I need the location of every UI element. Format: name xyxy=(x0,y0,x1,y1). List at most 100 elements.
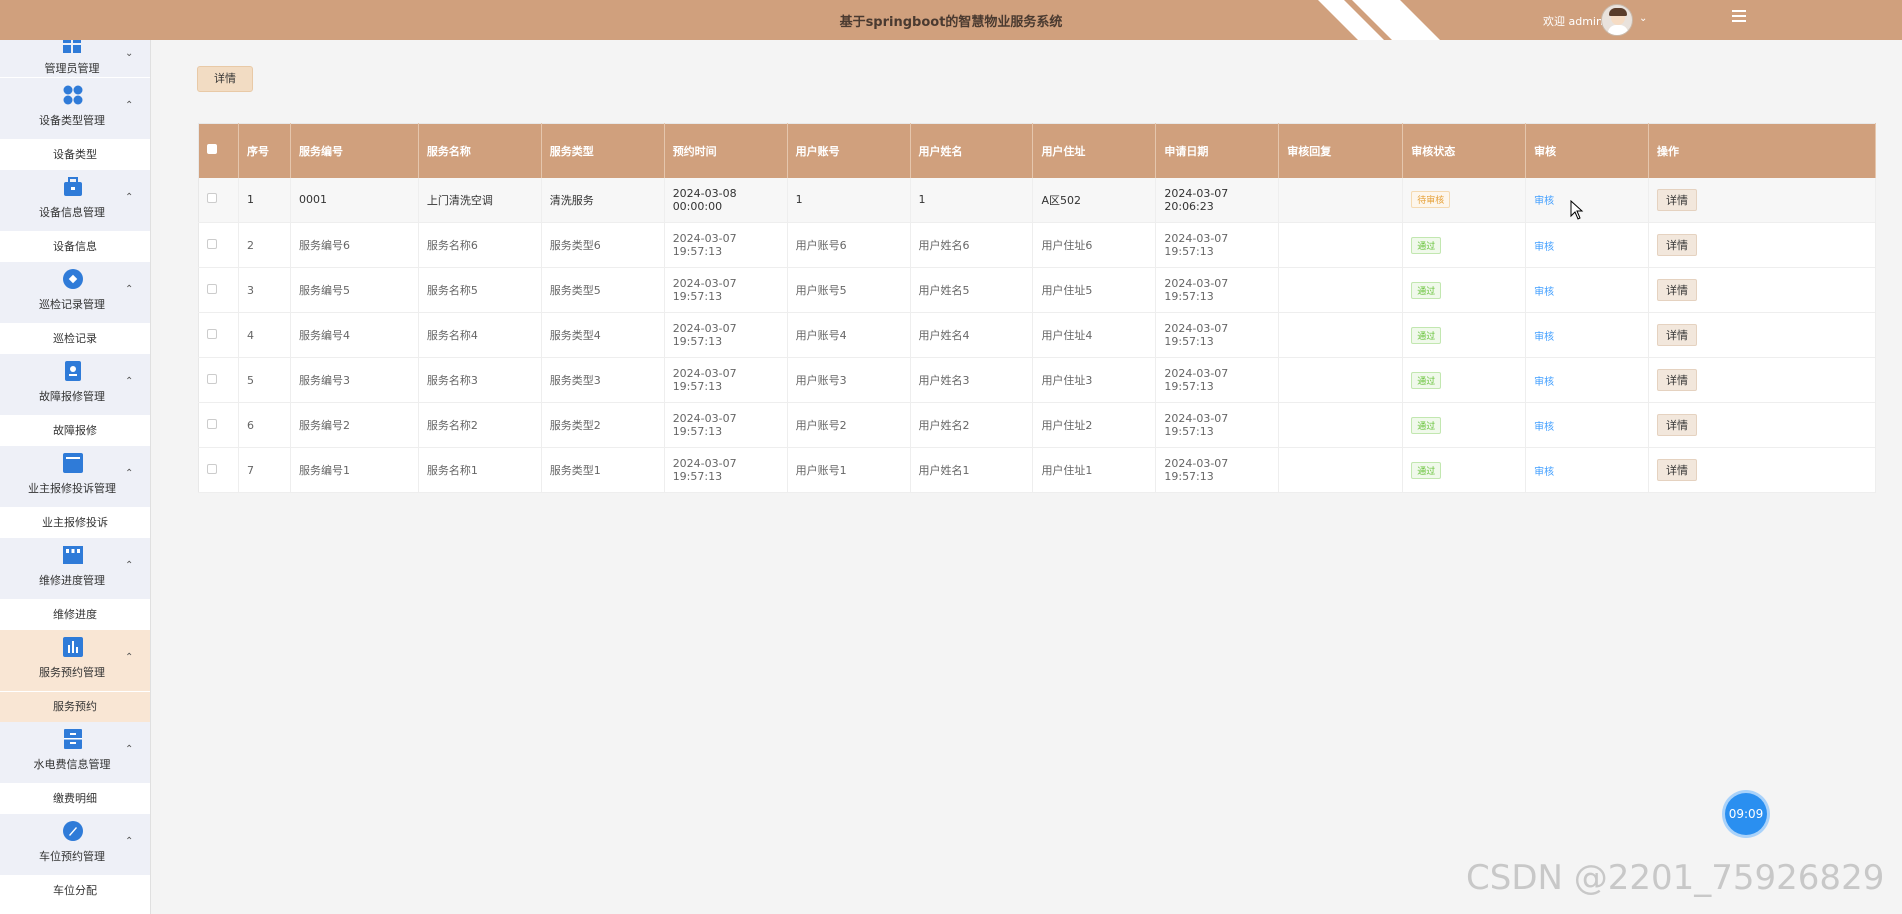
sidebar-group[interactable]: 服务预约管理 ⌃ xyxy=(0,630,150,692)
row-checkbox[interactable] xyxy=(207,373,217,384)
row-select-cell xyxy=(198,267,239,313)
row-checkbox[interactable] xyxy=(207,463,217,474)
sidebar-group[interactable]: 设备信息管理 ⌃ xyxy=(0,170,150,232)
sidebar-group[interactable]: 业主报修投诉管理 ⌃ xyxy=(0,446,150,508)
row-detail-button[interactable]: 详情 xyxy=(1657,234,1698,256)
cell-idx: 1 xyxy=(238,177,291,223)
cell-audit: 审核 xyxy=(1525,267,1650,313)
cell-time: 2024-03-07 19:57:13 xyxy=(664,402,788,448)
row-checkbox[interactable] xyxy=(207,193,217,204)
sidebar-subitem[interactable]: 设备类型 xyxy=(0,140,150,170)
chevron-up-icon[interactable]: ⌃ xyxy=(125,100,133,111)
sidebar-group[interactable]: 管理员管理 ⌄ xyxy=(0,40,150,78)
status-badge: 通过 xyxy=(1411,281,1442,299)
audit-link[interactable]: 审核 xyxy=(1534,242,1554,253)
cell-type: 服务类型3 xyxy=(541,357,665,403)
sidebar-subitem[interactable]: 设备信息 xyxy=(0,232,150,262)
sidebar-group[interactable]: 水电费信息管理 ⌃ xyxy=(0,722,150,784)
audit-link[interactable]: 审核 xyxy=(1534,287,1554,298)
row-detail-button[interactable]: 详情 xyxy=(1657,279,1698,301)
sidebar-subitem[interactable]: 缴费明细 xyxy=(0,784,150,814)
sidebar-subitem[interactable]: 维修进度 xyxy=(0,600,150,630)
cell-code: 服务编号6 xyxy=(290,222,419,268)
avatar[interactable] xyxy=(1601,4,1633,36)
column-header: 服务名称 xyxy=(418,123,542,178)
cell-idx: 5 xyxy=(238,357,291,403)
clock-float-button[interactable]: 09:09 xyxy=(1725,793,1767,835)
audit-link[interactable]: 审核 xyxy=(1534,467,1554,478)
row-select-cell xyxy=(198,222,239,268)
menu-toggle-icon[interactable] xyxy=(1732,10,1746,24)
sidebar-group[interactable]: 故障报修管理 ⌃ xyxy=(0,354,150,416)
cell-code: 服务编号4 xyxy=(290,312,419,358)
chevron-up-icon[interactable]: ⌃ xyxy=(125,376,133,387)
cell-code: 服务编号5 xyxy=(290,267,419,313)
cell-date: 2024-03-07 20:06:23 xyxy=(1155,177,1280,223)
cell-audit: 审核 xyxy=(1525,312,1650,358)
row-checkbox[interactable] xyxy=(207,418,217,429)
sidebar-group-label: 业主报修投诉管理 xyxy=(28,482,116,495)
row-detail-button[interactable]: 详情 xyxy=(1657,459,1698,481)
audit-link[interactable]: 审核 xyxy=(1534,332,1554,343)
audit-link[interactable]: 审核 xyxy=(1534,377,1554,388)
sidebar-subitem[interactable]: 车位分配 xyxy=(0,876,150,906)
chevron-up-icon[interactable]: ⌃ xyxy=(125,560,133,571)
row-checkbox[interactable] xyxy=(207,283,217,294)
sidebar-subitem[interactable]: 服务预约 xyxy=(0,692,150,722)
row-select-cell xyxy=(198,402,239,448)
audit-link[interactable]: 审核 xyxy=(1534,422,1554,433)
audit-link[interactable]: 审核 xyxy=(1534,196,1554,207)
cell-reply xyxy=(1278,402,1404,448)
row-select-cell xyxy=(198,357,239,403)
sidebar-subitem[interactable]: 业主报修投诉 xyxy=(0,508,150,538)
sidebar-group-label: 管理员管理 xyxy=(44,62,100,75)
select-all-checkbox[interactable] xyxy=(207,144,217,155)
column-header: 服务编号 xyxy=(290,123,419,178)
cell-reply xyxy=(1278,312,1404,358)
chevron-up-icon[interactable]: ⌃ xyxy=(125,192,133,203)
row-detail-button[interactable]: 详情 xyxy=(1657,369,1698,391)
sidebar-group[interactable]: 维修进度管理 ⌃ xyxy=(0,538,150,600)
cell-name: 服务名称1 xyxy=(418,447,542,493)
chevron-down-icon[interactable]: ⌄ xyxy=(1639,13,1647,24)
row-checkbox[interactable] xyxy=(207,328,217,339)
sidebar-group-label: 水电费信息管理 xyxy=(33,758,111,771)
cell-time: 2024-03-07 19:57:13 xyxy=(664,447,788,493)
sidebar-group[interactable]: 设备类型管理 ⌃ xyxy=(0,78,150,140)
row-detail-button[interactable]: 详情 xyxy=(1657,188,1698,211)
cell-date: 2024-03-07 19:57:13 xyxy=(1155,312,1280,358)
chevron-up-icon[interactable]: ⌃ xyxy=(125,744,133,755)
sidebar-subitem[interactable]: 故障报修 xyxy=(0,416,150,446)
cell-status: 通过 xyxy=(1402,447,1527,493)
cell-addr: 用户住址3 xyxy=(1032,357,1157,403)
cell-addr: 用户住址1 xyxy=(1032,447,1157,493)
chevron-up-icon[interactable]: ⌃ xyxy=(125,652,133,663)
chevron-down-icon[interactable]: ⌄ xyxy=(125,48,133,59)
chevron-up-icon[interactable]: ⌃ xyxy=(125,468,133,479)
row-detail-button[interactable]: 详情 xyxy=(1657,324,1698,346)
chevron-up-icon[interactable]: ⌃ xyxy=(125,284,133,295)
sidebar-subitem[interactable]: 巡检记录 xyxy=(0,324,150,354)
cell-account: 用户账号2 xyxy=(787,402,911,448)
welcome-text: 欢迎 admin xyxy=(1543,15,1603,28)
cell-account: 用户账号3 xyxy=(787,357,911,403)
cell-name: 服务名称4 xyxy=(418,312,542,358)
detail-button[interactable]: 详情 xyxy=(197,66,253,92)
status-badge: 通过 xyxy=(1411,416,1442,434)
sidebar-group[interactable]: 车位预约管理 ⌃ xyxy=(0,814,150,876)
row-detail-button[interactable]: 详情 xyxy=(1657,414,1698,436)
cell-status: 通过 xyxy=(1402,267,1527,313)
row-checkbox[interactable] xyxy=(207,238,217,249)
select-all-header[interactable] xyxy=(198,123,239,178)
sidebar-group[interactable]: 巡检记录管理 ⌃ xyxy=(0,262,150,324)
cell-status: 待审核 xyxy=(1402,177,1527,223)
cell-account: 用户账号6 xyxy=(787,222,911,268)
cell-actions: 详情 xyxy=(1648,357,1876,403)
cell-type: 服务类型1 xyxy=(541,447,665,493)
sidebar-group-label: 服务预约管理 xyxy=(39,666,105,679)
cell-account: 用户账号5 xyxy=(787,267,911,313)
cell-date: 2024-03-07 19:57:13 xyxy=(1155,357,1280,403)
apps-icon xyxy=(62,84,86,108)
cell-account: 用户账号4 xyxy=(787,312,911,358)
chevron-up-icon[interactable]: ⌃ xyxy=(125,836,133,847)
